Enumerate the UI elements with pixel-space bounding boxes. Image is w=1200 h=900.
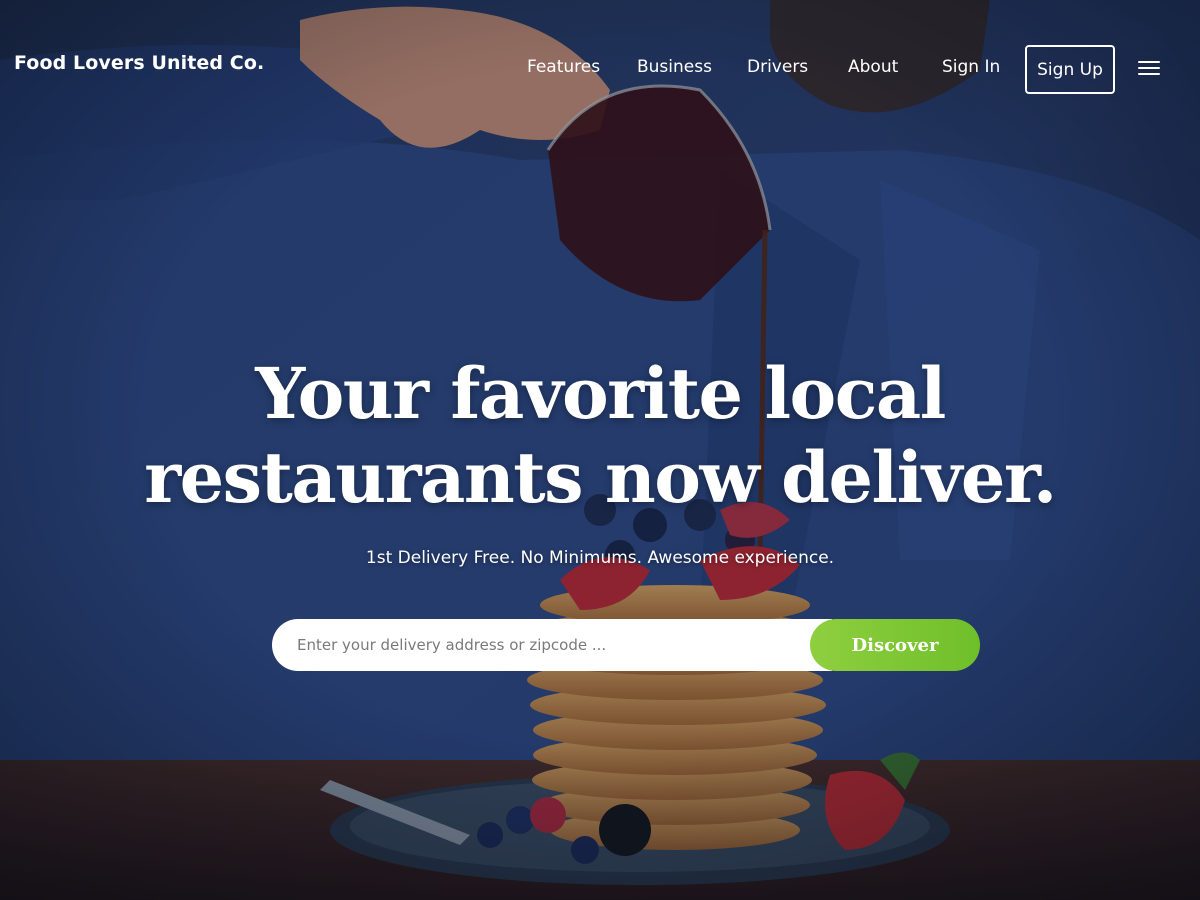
nav-link-features[interactable]: Features (527, 57, 600, 77)
delivery-address-input[interactable] (272, 619, 832, 671)
nav-link-business[interactable]: Business (637, 57, 712, 77)
hero-headline-line-2: restaurants now deliver. (144, 436, 1057, 519)
discover-button[interactable]: Discover (810, 619, 980, 671)
hamburger-menu-icon[interactable] (1138, 59, 1162, 79)
main-nav: Features Business Drivers About Sign In … (0, 45, 1200, 95)
site-header: Food Lovers United Co. Features Business… (0, 0, 1200, 130)
sign-up-button[interactable]: Sign Up (1025, 45, 1115, 94)
menu-bar-line (1138, 73, 1160, 75)
menu-bar-line (1138, 61, 1160, 63)
nav-link-drivers[interactable]: Drivers (747, 57, 808, 77)
nav-link-sign-in[interactable]: Sign In (942, 57, 1000, 77)
delivery-search-form: Discover (272, 619, 980, 671)
menu-bar-line (1138, 67, 1160, 69)
hero-section: Food Lovers United Co. Features Business… (0, 0, 1200, 900)
hero-subheadline: 1st Delivery Free. No Minimums. Awesome … (365, 548, 835, 568)
hero-headline-line-1: Your favorite local (255, 352, 946, 435)
nav-link-about[interactable]: About (848, 57, 898, 77)
hero-headline: Your favorite local restaurants now deli… (0, 352, 1200, 520)
